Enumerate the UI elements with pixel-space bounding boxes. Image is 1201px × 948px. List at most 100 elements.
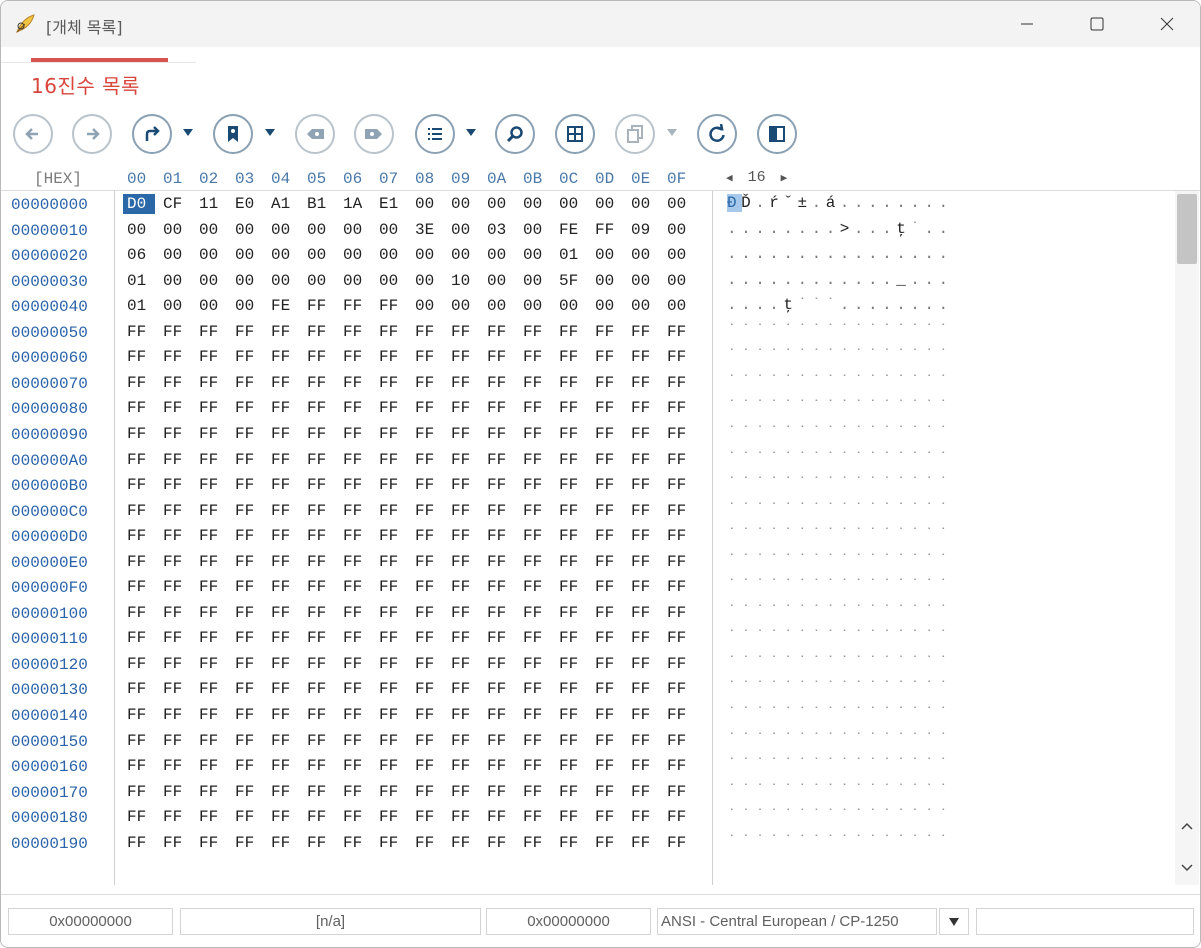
byte-cell[interactable]: FF	[343, 552, 369, 572]
byte-cell[interactable]: 00	[631, 271, 657, 291]
byte-cell[interactable]: FF	[595, 347, 621, 367]
byte-cell[interactable]: FF	[487, 577, 513, 597]
byte-cell[interactable]: FF	[559, 398, 585, 418]
ascii-char[interactable]: ˙	[868, 807, 883, 825]
ascii-char[interactable]: .	[798, 220, 813, 238]
byte-cell[interactable]: 00	[163, 220, 189, 240]
byte-cell[interactable]: FF	[631, 731, 657, 751]
byte-cell[interactable]: FF	[415, 501, 441, 521]
byte-cell[interactable]: FF	[451, 807, 477, 827]
ascii-char[interactable]: .	[882, 194, 897, 212]
ascii-char[interactable]: ˙	[727, 347, 742, 365]
byte-cell[interactable]: FF	[595, 220, 621, 240]
ascii-char[interactable]: ˙	[727, 782, 742, 800]
byte-cell[interactable]: FF	[163, 603, 189, 623]
byte-cell[interactable]: 00	[523, 194, 549, 214]
ascii-char[interactable]: ˙	[854, 450, 869, 468]
byte-cell[interactable]: 09	[631, 220, 657, 240]
byte-cell[interactable]: FF	[523, 398, 549, 418]
byte-cell[interactable]: FF	[127, 526, 153, 546]
byte-cell[interactable]: FF	[235, 450, 261, 470]
byte-cell[interactable]: FF	[451, 552, 477, 572]
ascii-char[interactable]: ˙	[741, 603, 756, 621]
ascii-char[interactable]: ˙	[826, 398, 841, 416]
minimize-button[interactable]	[992, 1, 1062, 47]
byte-cell[interactable]: 01	[559, 245, 585, 265]
byte-cell[interactable]: 11	[199, 194, 225, 214]
ascii-char[interactable]: ˙	[924, 450, 939, 468]
byte-cell[interactable]: FF	[631, 526, 657, 546]
byte-cell[interactable]: FF	[271, 807, 297, 827]
byte-cell[interactable]: FF	[199, 347, 225, 367]
byte-cell[interactable]: FF	[307, 526, 333, 546]
byte-cell[interactable]: FF	[235, 347, 261, 367]
ascii-char[interactable]: ˙	[783, 526, 798, 544]
byte-cell[interactable]: FF	[523, 731, 549, 751]
ascii-char[interactable]: ˙	[854, 501, 869, 519]
ascii-char[interactable]: ˙	[910, 373, 925, 391]
ascii-char[interactable]: ˙	[741, 398, 756, 416]
byte-cell[interactable]: FF	[631, 628, 657, 648]
byte-cell[interactable]: FF	[667, 526, 693, 546]
ascii-char[interactable]: .	[741, 245, 756, 263]
ascii-char[interactable]: ˙	[896, 373, 911, 391]
ascii-char[interactable]: ˙	[896, 807, 911, 825]
ascii-char[interactable]: ˙	[812, 603, 827, 621]
byte-cell[interactable]: FF	[307, 679, 333, 699]
ascii-char[interactable]: .	[882, 296, 897, 314]
byte-cell[interactable]: FF	[307, 782, 333, 802]
ascii-char[interactable]: ˙	[910, 347, 925, 365]
ascii-char[interactable]: ˙	[769, 833, 784, 851]
ascii-char[interactable]: ˙	[741, 628, 756, 646]
ascii-char[interactable]: ˙	[939, 654, 954, 672]
byte-cell[interactable]: 00	[307, 245, 333, 265]
byte-cell[interactable]: FF	[343, 398, 369, 418]
byte-cell[interactable]: FF	[451, 833, 477, 853]
byte-cell[interactable]: FF	[199, 552, 225, 572]
ascii-char[interactable]: .	[939, 194, 954, 212]
byte-cell[interactable]: FF	[451, 398, 477, 418]
ascii-char[interactable]: ˙	[939, 833, 954, 851]
byte-cell[interactable]: FF	[307, 373, 333, 393]
ascii-char[interactable]: ˙	[783, 705, 798, 723]
vertical-scrollbar[interactable]	[1175, 191, 1199, 885]
ascii-char[interactable]: ˙	[939, 526, 954, 544]
byte-cell[interactable]: 00	[235, 271, 261, 291]
ascii-char[interactable]: .	[826, 220, 841, 238]
ascii-char[interactable]: ˙	[783, 731, 798, 749]
byte-cell[interactable]: FF	[379, 705, 405, 725]
ascii-char[interactable]: ˙	[769, 526, 784, 544]
byte-cell[interactable]: FF	[127, 450, 153, 470]
ascii-char[interactable]: ˙	[798, 807, 813, 825]
ascii-char[interactable]: ˙	[868, 654, 883, 672]
byte-cell[interactable]: FF	[559, 475, 585, 495]
ascii-char[interactable]: ˙	[910, 220, 925, 238]
byte-cell[interactable]: FF	[559, 450, 585, 470]
byte-cell[interactable]: FF	[487, 807, 513, 827]
byte-cell[interactable]: FF	[523, 577, 549, 597]
ascii-char[interactable]: ˙	[854, 782, 869, 800]
byte-cell[interactable]: FF	[559, 705, 585, 725]
byte-cell[interactable]: FF	[163, 398, 189, 418]
ascii-char[interactable]: ˙	[896, 526, 911, 544]
byte-cell[interactable]: FF	[235, 679, 261, 699]
ascii-char[interactable]: ˙	[727, 603, 742, 621]
ascii-char[interactable]: .	[924, 245, 939, 263]
byte-cell[interactable]: FF	[163, 347, 189, 367]
byte-cell[interactable]: FF	[199, 654, 225, 674]
ascii-char[interactable]: ˙	[854, 833, 869, 851]
byte-cell[interactable]: FF	[343, 373, 369, 393]
ascii-char[interactable]: ˙	[910, 756, 925, 774]
ascii-char[interactable]: ˙	[783, 322, 798, 340]
byte-cell[interactable]: FF	[559, 807, 585, 827]
ascii-char[interactable]: .	[741, 296, 756, 314]
ascii-char[interactable]: ˙	[812, 807, 827, 825]
byte-cell[interactable]: FF	[523, 756, 549, 776]
byte-cell[interactable]: FF	[451, 475, 477, 495]
byte-cell[interactable]: 00	[523, 220, 549, 240]
ascii-char[interactable]: ˙	[755, 373, 770, 391]
ascii-char[interactable]: ˙	[812, 501, 827, 519]
ascii-char[interactable]: ˙	[910, 654, 925, 672]
ascii-char[interactable]: ˙	[798, 628, 813, 646]
ascii-char[interactable]: ˙	[755, 603, 770, 621]
